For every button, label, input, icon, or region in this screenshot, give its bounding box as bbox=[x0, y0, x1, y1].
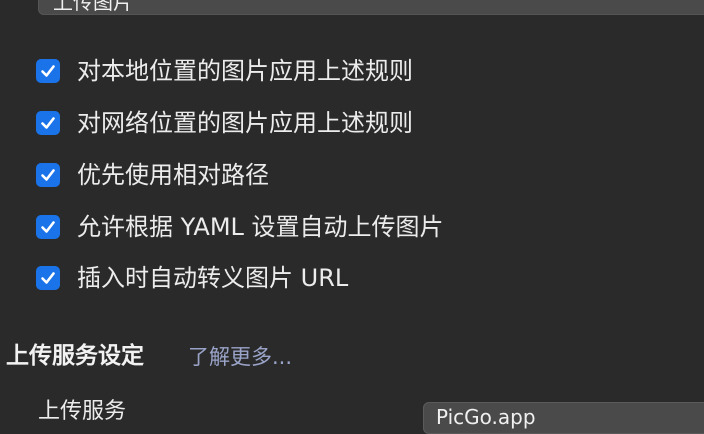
option-apply-rules-local-images[interactable]: 对本地位置的图片应用上述规则 bbox=[36, 56, 413, 86]
option-label: 优先使用相对路径 bbox=[77, 161, 269, 189]
option-label: 对本地位置的图片应用上述规则 bbox=[77, 57, 413, 85]
checkbox-checked-icon[interactable] bbox=[36, 266, 60, 290]
upload-service-section-title: 上传服务设定 bbox=[6, 343, 144, 369]
option-label: 对网络位置的图片应用上述规则 bbox=[77, 109, 413, 137]
checkbox-checked-icon[interactable] bbox=[36, 111, 60, 135]
checkbox-checked-icon[interactable] bbox=[36, 163, 60, 187]
checkbox-checked-icon[interactable] bbox=[36, 215, 60, 239]
option-label: 插入时自动转义图片 URL bbox=[77, 264, 349, 292]
dropdown-value: 上传图片 bbox=[53, 0, 133, 14]
upload-service-label: 上传服务 bbox=[38, 399, 127, 424]
option-escape-image-url[interactable]: 插入时自动转义图片 URL bbox=[36, 263, 348, 293]
option-auto-upload-yaml[interactable]: 允许根据 YAML 设置自动上传图片 bbox=[36, 212, 444, 242]
image-insert-action-dropdown[interactable]: 上传图片 bbox=[38, 0, 704, 15]
checkbox-checked-icon[interactable] bbox=[36, 59, 60, 83]
upload-service-value: PicGo.app bbox=[436, 405, 536, 429]
upload-service-select[interactable]: PicGo.app bbox=[423, 402, 704, 434]
option-apply-rules-network-images[interactable]: 对网络位置的图片应用上述规则 bbox=[36, 108, 413, 138]
option-prefer-relative-path[interactable]: 优先使用相对路径 bbox=[36, 160, 269, 190]
learn-more-link[interactable]: 了解更多... bbox=[188, 342, 292, 372]
option-label: 允许根据 YAML 设置自动上传图片 bbox=[77, 213, 444, 241]
